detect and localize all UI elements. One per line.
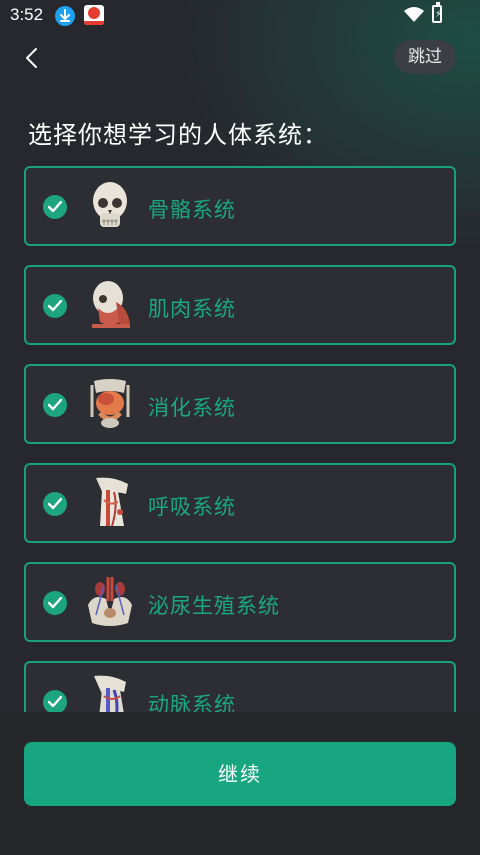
- pelvis-icon: [88, 577, 132, 626]
- checked-icon[interactable]: [43, 690, 67, 712]
- checked-icon[interactable]: [43, 393, 67, 417]
- system-label: 消化系统: [148, 396, 236, 420]
- checked-icon[interactable]: [43, 492, 67, 516]
- checked-icon[interactable]: [43, 195, 67, 219]
- app-notification-icon: [84, 5, 104, 25]
- system-option-arterial[interactable]: 动脉系统: [24, 661, 456, 712]
- system-option-urogenital[interactable]: 泌尿生殖系统: [24, 562, 456, 642]
- battery-icon: ⚡: [432, 2, 442, 23]
- checked-icon[interactable]: [43, 591, 67, 615]
- page-title: 选择你想学习的人体系统：: [28, 121, 328, 149]
- artery-icon: [94, 675, 126, 712]
- head-muscle-icon: [92, 281, 130, 328]
- checked-icon[interactable]: [43, 294, 67, 318]
- system-label: 呼吸系统: [148, 495, 236, 519]
- continue-button[interactable]: 继续: [24, 742, 456, 806]
- system-option-respiratory[interactable]: 呼吸系统: [24, 463, 456, 543]
- skip-button[interactable]: 跳过: [394, 40, 456, 74]
- back-icon[interactable]: [22, 46, 42, 70]
- system-list[interactable]: 骨骼系统 肌肉系统 消化系统 呼吸系统 泌尿生殖系统 动脉系统: [24, 166, 456, 712]
- digestive-organs-icon: [90, 379, 130, 428]
- skull-icon: [93, 182, 127, 227]
- system-option-muscular[interactable]: 肌肉系统: [24, 265, 456, 345]
- neck-airway-icon: [96, 477, 128, 527]
- download-icon: [55, 6, 75, 26]
- status-bar: 3:52 ⚡: [0, 0, 480, 32]
- wifi-icon: [404, 7, 424, 22]
- system-label: 肌肉系统: [148, 297, 236, 321]
- system-label: 动脉系统: [148, 693, 236, 712]
- system-label: 骨骼系统: [148, 198, 236, 222]
- system-label: 泌尿生殖系统: [148, 594, 280, 618]
- system-option-digestive[interactable]: 消化系统: [24, 364, 456, 444]
- status-time: 3:52: [10, 5, 44, 24]
- system-option-skeletal[interactable]: 骨骼系统: [24, 166, 456, 246]
